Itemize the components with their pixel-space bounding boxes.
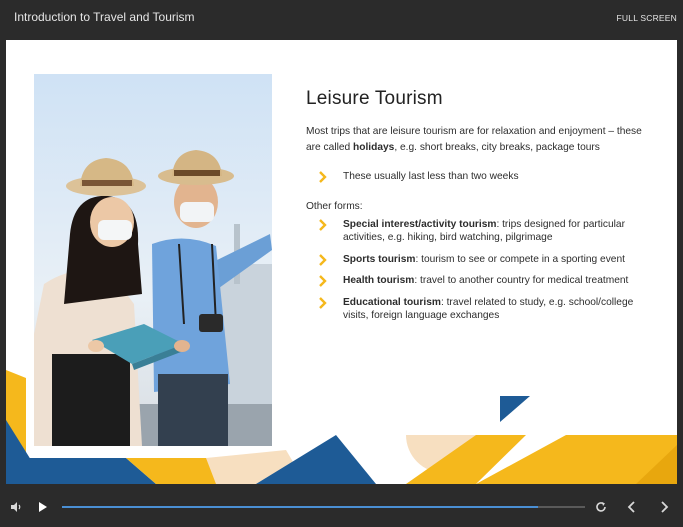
replay-icon[interactable] (595, 501, 607, 513)
chevron-right-icon (319, 253, 327, 266)
couple-with-map-image (34, 74, 272, 446)
intro-bold-term: holidays (353, 142, 395, 153)
play-icon[interactable] (38, 501, 48, 513)
progress-fill (62, 506, 538, 508)
intro-paragraph: Most trips that are leisure tourism are … (306, 124, 651, 156)
intro-text-end: , e.g. short breaks, city breaks, packag… (394, 142, 600, 153)
main-bullet-text: These usually last less than two weeks (343, 171, 519, 182)
list-item: Health tourism: travel to another countr… (306, 274, 651, 288)
travelers-photo (34, 74, 272, 446)
form-term: Health tourism (343, 275, 415, 286)
slide-content: Leisure Tourism Most trips that are leis… (306, 88, 651, 331)
forms-list: Special interest/activity tourism: trips… (306, 218, 651, 323)
chevron-right-icon (319, 275, 327, 287)
progress-bar[interactable] (62, 506, 585, 508)
list-item: Educational tourism: travel related to s… (306, 296, 651, 323)
volume-icon[interactable] (10, 501, 22, 513)
course-title: Introduction to Travel and Tourism (14, 10, 195, 24)
list-item: Sports tourism: tourism to see or compet… (306, 253, 651, 267)
chevron-right-icon (319, 296, 327, 309)
form-description: : travel to another country for medical … (414, 275, 629, 286)
slide: Leisure Tourism Most trips that are leis… (6, 40, 677, 484)
previous-slide-icon[interactable] (627, 501, 637, 513)
main-bullet: These usually last less than two weeks (306, 170, 651, 184)
player-title-bar: Introduction to Travel and Tourism FULL … (0, 0, 683, 36)
slide-heading: Leisure Tourism (306, 88, 443, 109)
player-controls (0, 488, 683, 527)
form-term: Educational tourism (343, 296, 441, 308)
chevron-right-icon (319, 218, 327, 231)
fullscreen-button[interactable]: FULL SCREEN (617, 13, 677, 23)
list-item: Special interest/activity tourism: trips… (306, 218, 651, 245)
other-forms-label: Other forms: (306, 200, 363, 212)
next-slide-icon[interactable] (659, 501, 669, 513)
chevron-right-icon (319, 171, 327, 183)
form-description: : tourism to see or compete in a sportin… (415, 253, 625, 265)
form-term: Special interest/activity tourism (343, 218, 497, 230)
photo-frame (28, 70, 276, 450)
form-term: Sports tourism (343, 253, 416, 265)
